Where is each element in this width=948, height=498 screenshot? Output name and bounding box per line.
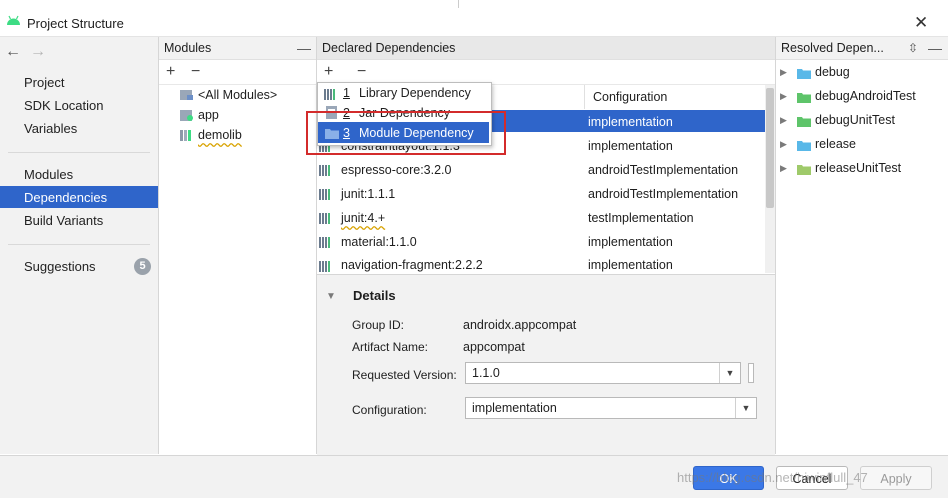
expand-icon[interactable]: ▶ xyxy=(780,163,787,174)
module-item-demolib[interactable]: demolib xyxy=(198,128,242,142)
collapse-icon[interactable]: — xyxy=(297,37,311,59)
group-id-label: Group ID: xyxy=(352,318,405,332)
scrollbar-thumb[interactable] xyxy=(766,88,774,208)
row-config: testImplementation xyxy=(588,211,694,225)
modules-header: Modules — xyxy=(159,37,316,60)
collapse-all-icon[interactable]: ⇳ xyxy=(908,37,918,59)
forward-arrow-icon[interactable]: → xyxy=(30,43,46,61)
nav-item-suggestions[interactable]: Suggestions xyxy=(24,259,96,274)
watermark: https://blog.csdn.net/hiwinflull_47 xyxy=(677,470,868,485)
menu-item-number: 1 xyxy=(343,86,350,100)
library-icon xyxy=(319,211,332,225)
nav-item-build-variants[interactable]: Build Variants xyxy=(24,213,103,228)
configuration-label: Configuration: xyxy=(352,403,427,417)
variant-release-unit-test[interactable]: releaseUnitTest xyxy=(815,161,901,175)
divider xyxy=(8,244,150,245)
details-title: Details xyxy=(353,288,396,303)
modules-toolbar: + − xyxy=(159,60,316,85)
apply-button[interactable]: Apply xyxy=(860,466,932,490)
folder-icon xyxy=(797,114,811,128)
minimize-icon[interactable]: — xyxy=(928,37,942,59)
dependency-name[interactable]: junit:1.1.1 xyxy=(341,187,395,201)
folder-icon xyxy=(797,138,811,152)
variant-debug-android-test[interactable]: debugAndroidTest xyxy=(815,89,916,103)
row-config: androidTestImplementation xyxy=(588,187,739,201)
folder-icon xyxy=(797,162,811,176)
add-dependency-button[interactable]: + xyxy=(324,60,333,84)
configuration-column-header[interactable]: Configuration xyxy=(593,90,667,104)
nav-item-dependencies[interactable]: Dependencies xyxy=(24,190,107,205)
modules-header-label: Modules xyxy=(164,41,212,55)
close-icon[interactable]: ✕ xyxy=(914,14,928,32)
nav-item-sdk-location[interactable]: SDK Location xyxy=(24,98,104,113)
row-config: androidTestImplementation xyxy=(588,163,739,177)
expand-icon[interactable]: ▶ xyxy=(780,139,787,150)
artifact-name-label: Artifact Name: xyxy=(352,340,429,354)
library-icon xyxy=(319,163,332,177)
library-icon xyxy=(319,235,332,249)
row-config: implementation xyxy=(588,115,673,129)
all-modules-icon xyxy=(180,90,193,100)
variant-release[interactable]: release xyxy=(815,137,856,151)
android-icon xyxy=(7,15,20,25)
highlight-box xyxy=(306,111,506,155)
remove-dependency-button[interactable]: − xyxy=(357,60,366,84)
folder-icon xyxy=(797,90,811,104)
expand-icon[interactable]: ▶ xyxy=(780,67,787,78)
requested-version-label: Requested Version: xyxy=(352,368,457,382)
dependency-name[interactable]: material:1.1.0 xyxy=(341,235,417,249)
add-module-button[interactable]: + xyxy=(166,60,175,84)
group-id-value: androidx.appcompat xyxy=(463,318,577,332)
resolved-header: Resolved Depen... ⇳ — xyxy=(776,37,948,60)
row-config: implementation xyxy=(588,258,673,272)
requested-version-combo[interactable]: 1.1.0 ▼ xyxy=(465,362,741,384)
folder-icon xyxy=(797,66,811,80)
requested-version-value: 1.1.0 xyxy=(472,366,500,380)
deps-header: Declared Dependencies xyxy=(317,37,775,60)
remove-module-button[interactable]: − xyxy=(191,60,200,84)
variant-debug-unit-test[interactable]: debugUnitTest xyxy=(815,113,895,127)
window-title: Project Structure xyxy=(27,16,124,31)
nav-item-variables[interactable]: Variables xyxy=(24,121,77,136)
dependency-name[interactable]: navigation-fragment:2.2.2 xyxy=(341,258,483,272)
expand-icon[interactable]: ▶ xyxy=(780,115,787,126)
collapse-triangle-icon[interactable]: ▼ xyxy=(326,291,336,302)
back-arrow-icon[interactable]: ← xyxy=(5,43,21,61)
row-config: implementation xyxy=(588,235,673,249)
library-icon xyxy=(319,187,332,201)
dependency-name[interactable]: junit:4.+ xyxy=(341,211,385,225)
module-item-app[interactable]: app xyxy=(198,108,219,122)
configuration-combo[interactable]: implementation ▼ xyxy=(465,397,757,419)
module-item-all[interactable]: <All Modules> xyxy=(198,88,277,102)
artifact-name-value: appcompat xyxy=(463,340,525,354)
resolved-header-label: Resolved Depen... xyxy=(781,41,884,55)
suggestions-count-badge: 5 xyxy=(134,258,151,275)
app-module-icon xyxy=(180,110,193,121)
chevron-down-icon[interactable]: ▼ xyxy=(719,363,740,383)
dependency-name[interactable]: espresso-core:3.2.0 xyxy=(341,163,451,177)
divider xyxy=(8,152,150,153)
library-icon xyxy=(324,87,337,101)
nav-item-modules[interactable]: Modules xyxy=(24,167,73,182)
variant-debug[interactable]: debug xyxy=(815,65,850,79)
divider xyxy=(458,0,459,8)
row-config: implementation xyxy=(588,139,673,153)
column-divider xyxy=(584,85,585,109)
chevron-down-icon[interactable]: ▼ xyxy=(735,398,756,418)
version-edit-handle[interactable] xyxy=(748,363,754,383)
library-module-icon xyxy=(180,130,191,141)
menu-item-library-dependency[interactable]: Library Dependency xyxy=(359,86,471,100)
expand-icon[interactable]: ▶ xyxy=(780,91,787,102)
configuration-value: implementation xyxy=(472,401,557,415)
nav-item-project[interactable]: Project xyxy=(24,75,64,90)
title-bar xyxy=(0,0,948,37)
library-icon xyxy=(319,259,332,273)
